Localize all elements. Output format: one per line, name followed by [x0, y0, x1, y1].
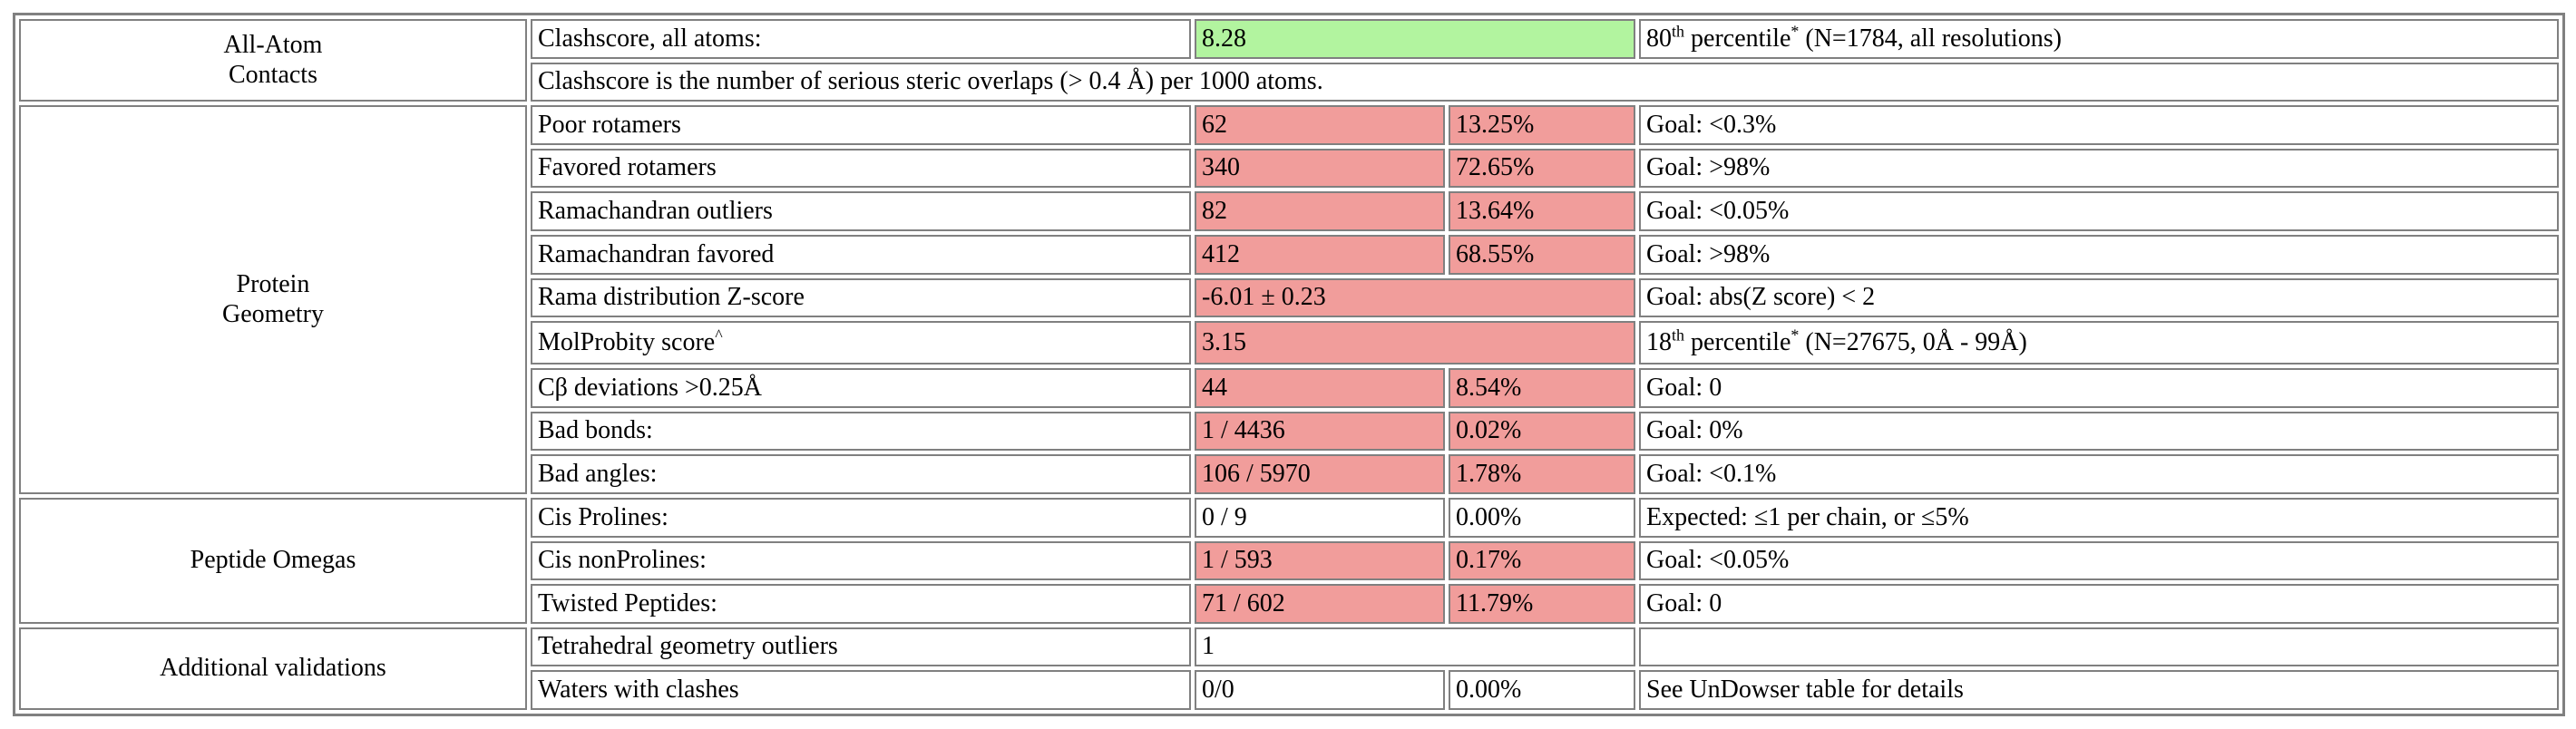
metric-count: 0 / 9	[1195, 497, 1445, 538]
clashscore-note: Clashscore is the number of serious ster…	[531, 62, 2559, 102]
metric-count: 1 / 4436	[1195, 411, 1445, 452]
metric-goal	[1639, 627, 2559, 667]
metric-percent: 0.00%	[1449, 497, 1635, 538]
validation-summary: All-Atom Contacts Clashscore, all atoms: …	[13, 13, 2565, 716]
metric-count: 82	[1195, 191, 1445, 231]
clashscore-value: 8.28	[1195, 19, 1635, 59]
metric-count: 71 / 602	[1195, 584, 1445, 624]
metric-percent: 11.79%	[1449, 584, 1635, 624]
metric-goal: See UnDowser table for details	[1639, 670, 2559, 710]
molprobity-label-text: MolProbity score	[538, 328, 716, 357]
metric-goal: Goal: abs(Z score) < 2	[1639, 277, 2559, 318]
clashscore-percentile: 80th percentile* (N=1784, all resolution…	[1639, 19, 2559, 59]
metric-count: 62	[1195, 105, 1445, 145]
metric-goal: Expected: ≤1 per chain, or ≤5%	[1639, 497, 2559, 538]
molprobity-label: MolProbity score^	[531, 321, 1191, 365]
metric-label: Bad angles:	[531, 454, 1191, 494]
molprobity-value: 3.15	[1195, 321, 1635, 365]
table-row: Peptide Omegas Cis Prolines: 0 / 9 0.00%…	[19, 497, 2559, 624]
molprobity-footnote-mark: ^	[715, 326, 723, 345]
percentile-number: 80	[1646, 24, 1672, 53]
section-all-atom-contacts: All-Atom Contacts	[19, 19, 527, 102]
percentile-detail: (N=27675, 0Å - 99Å)	[1799, 328, 2027, 357]
section-additional-validations: Additional validations	[19, 627, 527, 710]
metric-label: Rama distribution Z-score	[531, 277, 1191, 318]
section-label: Contacts	[229, 60, 317, 89]
percentile-word: percentile	[1684, 328, 1791, 357]
clashscore-label: Clashscore, all atoms:	[531, 19, 1191, 59]
table-row: Protein Geometry Poor rotamers 62 13.25% …	[19, 105, 2559, 494]
metric-count: 0/0	[1195, 670, 1445, 710]
metric-count: 44	[1195, 368, 1445, 408]
metric-percent: 0.17%	[1449, 540, 1635, 581]
metric-percent: 13.25%	[1449, 105, 1635, 145]
metric-label: Tetrahedral geometry outliers	[531, 627, 1191, 667]
metric-percent: 0.02%	[1449, 411, 1635, 452]
metric-percent: 8.54%	[1449, 368, 1635, 408]
percentile-number: 18	[1646, 328, 1672, 357]
metric-label: Waters with clashes	[531, 670, 1191, 710]
rama-z-value: -6.01 ± 0.23	[1195, 277, 1635, 318]
molprobity-percentile: 18th percentile* (N=27675, 0Å - 99Å)	[1639, 321, 2559, 365]
metric-count: 1 / 593	[1195, 540, 1445, 581]
section-protein-geometry: Protein Geometry	[19, 105, 527, 494]
metric-label: Favored rotamers	[531, 148, 1191, 189]
metric-percent: 68.55%	[1449, 234, 1635, 275]
metric-label: Ramachandran outliers	[531, 191, 1191, 231]
metric-label: Cis Prolines:	[531, 497, 1191, 538]
percentile-suffix: th	[1672, 22, 1685, 41]
metric-count: 106 / 5970	[1195, 454, 1445, 494]
clashscore-row: All-Atom Contacts Clashscore, all atoms: …	[19, 19, 2559, 102]
metric-goal: Goal: <0.3%	[1639, 105, 2559, 145]
metric-goal: Goal: <0.05%	[1639, 191, 2559, 231]
metric-percent: 72.65%	[1449, 148, 1635, 189]
metric-goal: Goal: 0	[1639, 368, 2559, 408]
metric-goal: Goal: <0.05%	[1639, 540, 2559, 581]
metric-goal: Goal: 0%	[1639, 411, 2559, 452]
metric-count: 412	[1195, 234, 1445, 275]
metric-label: Twisted Peptides:	[531, 584, 1191, 624]
metric-label: Cis nonProlines:	[531, 540, 1191, 581]
metric-percent: 1.78%	[1449, 454, 1635, 494]
metric-goal: Goal: >98%	[1639, 148, 2559, 189]
metric-goal: Goal: 0	[1639, 584, 2559, 624]
metric-label: Cβ deviations >0.25Å	[531, 368, 1191, 408]
section-label: Protein	[236, 270, 310, 299]
metric-value: 1	[1195, 627, 1635, 667]
percentile-word: percentile	[1684, 24, 1791, 53]
metric-label: Ramachandran favored	[531, 234, 1191, 275]
metric-label: Poor rotamers	[531, 105, 1191, 145]
section-label: All-Atom	[223, 31, 323, 60]
metric-goal: Goal: <0.1%	[1639, 454, 2559, 494]
section-peptide-omegas: Peptide Omegas	[19, 497, 527, 624]
metric-goal: Goal: >98%	[1639, 234, 2559, 275]
table-row: Additional validations Tetrahedral geome…	[19, 627, 2559, 710]
metric-percent: 0.00%	[1449, 670, 1635, 710]
metric-percent: 13.64%	[1449, 191, 1635, 231]
metric-label: Bad bonds:	[531, 411, 1191, 452]
section-label: Geometry	[222, 299, 324, 328]
metric-count: 340	[1195, 148, 1445, 189]
percentile-detail: (N=1784, all resolutions)	[1799, 24, 2062, 53]
percentile-suffix: th	[1672, 326, 1685, 345]
validation-summary-table: All-Atom Contacts Clashscore, all atoms: …	[13, 13, 2565, 716]
